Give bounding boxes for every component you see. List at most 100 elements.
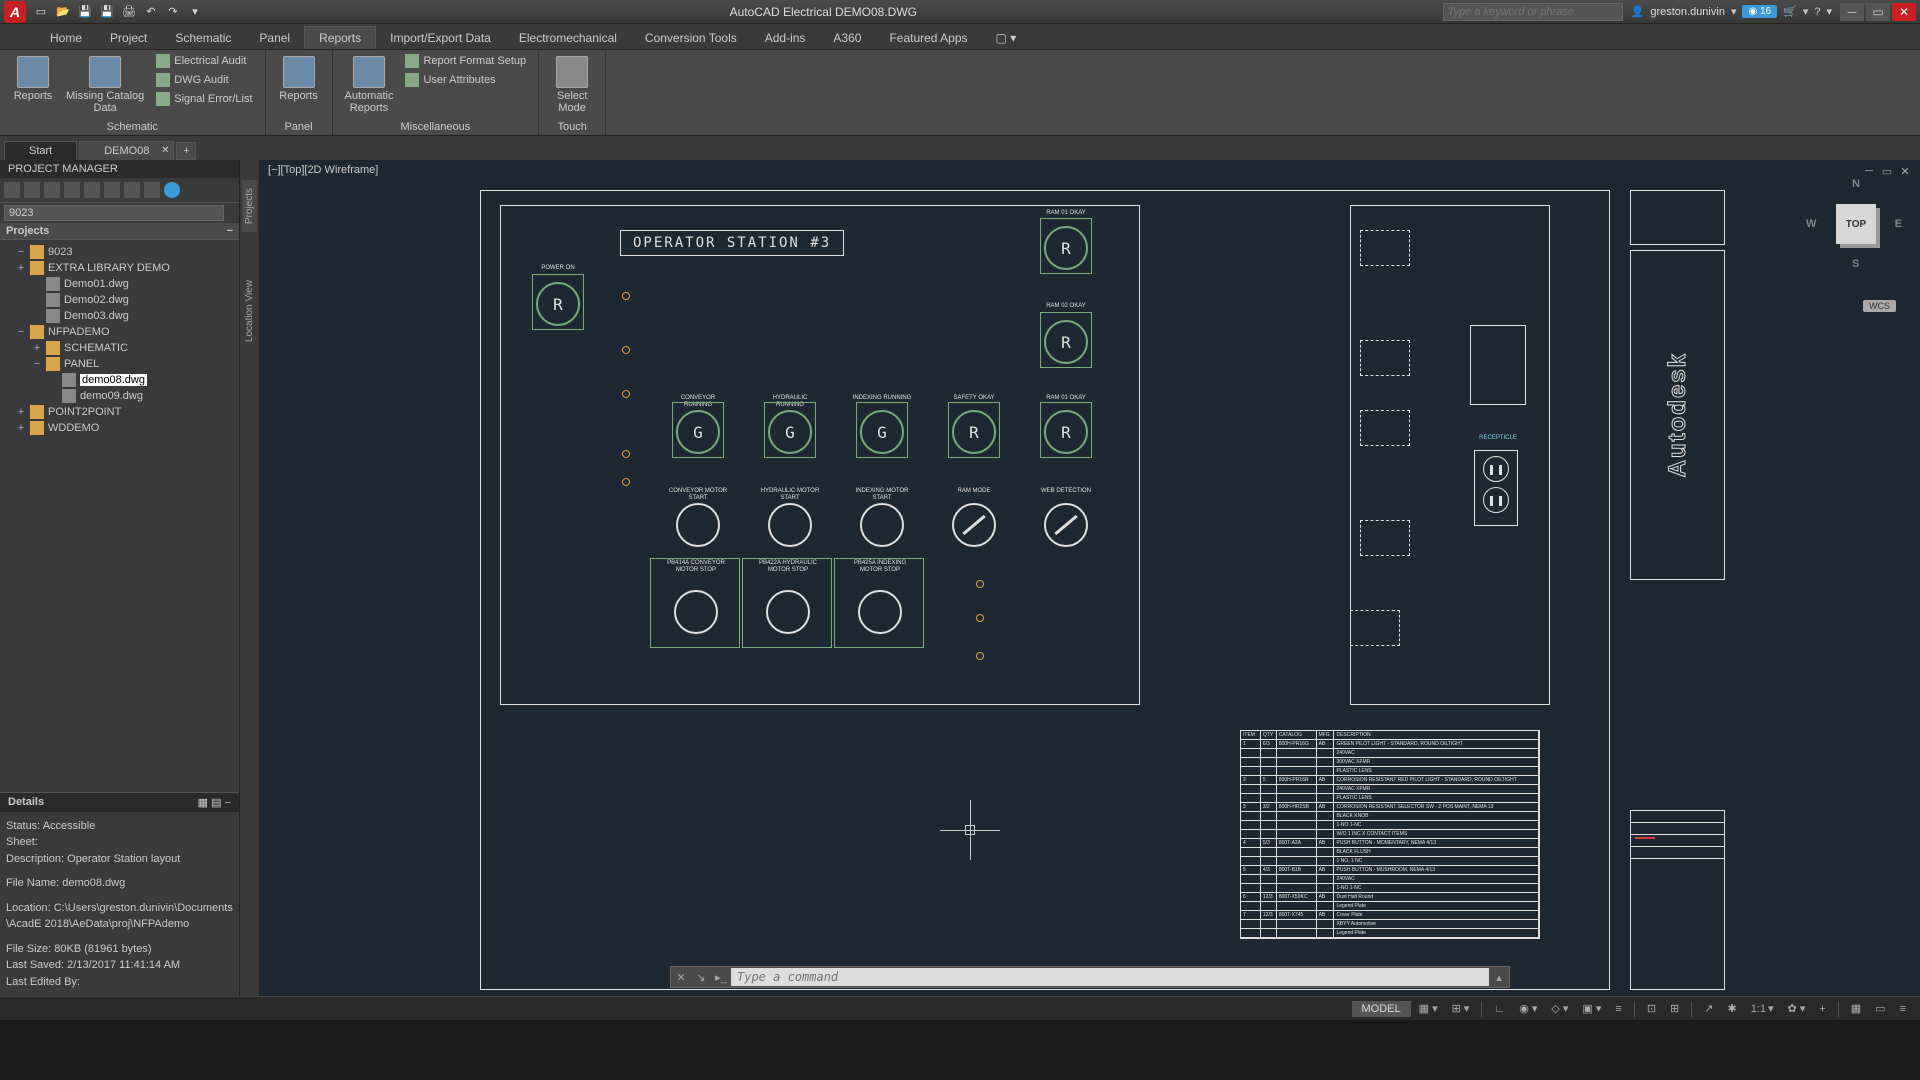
user-name[interactable]: greston.dunivin bbox=[1650, 6, 1725, 18]
status-tpy-icon[interactable]: ⊡ bbox=[1641, 1000, 1662, 1017]
signal-error-button[interactable]: Signal Error/List bbox=[152, 90, 256, 108]
tree-item[interactable]: +EXTRA LIBRARY DEMO bbox=[4, 260, 235, 276]
tree-item[interactable]: Demo01.dwg bbox=[4, 276, 235, 292]
canvas-minimize-icon[interactable]: ─ bbox=[1862, 164, 1876, 178]
ribbon-tab-importexportdata[interactable]: Import/Export Data bbox=[376, 27, 505, 49]
tree-item[interactable]: −PANEL bbox=[4, 356, 235, 372]
tree-item[interactable]: demo09.dwg bbox=[4, 388, 235, 404]
report-format-button[interactable]: Report Format Setup bbox=[401, 52, 530, 70]
panel-reports-button[interactable]: Reports bbox=[274, 52, 324, 106]
toolbar-new-icon[interactable] bbox=[4, 182, 20, 198]
status-polar-icon[interactable]: ◉ ▾ bbox=[1513, 1000, 1543, 1017]
qat-print-icon[interactable]: 🖨 bbox=[120, 3, 138, 21]
ribbon-tab-panel[interactable]: Panel bbox=[245, 27, 304, 49]
project-combo[interactable] bbox=[4, 205, 224, 221]
status-iso-icon[interactable]: ◇ ▾ bbox=[1545, 1000, 1574, 1017]
tree-toggle-icon[interactable]: − bbox=[16, 326, 26, 338]
status-qp-icon[interactable]: ⊞ bbox=[1664, 1000, 1685, 1017]
toolbar-help-icon[interactable] bbox=[164, 182, 180, 198]
toolbar-settings-icon[interactable] bbox=[144, 182, 160, 198]
ribbon-tab-a360[interactable]: A360 bbox=[819, 27, 875, 49]
status-wire-icon[interactable]: ↗ bbox=[1698, 1000, 1719, 1017]
doc-tab-add[interactable]: + bbox=[176, 142, 196, 160]
command-input[interactable] bbox=[731, 968, 1489, 986]
view-label[interactable]: [−][Top][2D Wireframe] bbox=[268, 164, 378, 176]
select-mode-button[interactable]: Select Mode bbox=[547, 52, 597, 118]
reports-button[interactable]: Reports bbox=[8, 52, 58, 106]
qat-undo-icon[interactable]: ↶ bbox=[142, 3, 160, 21]
vert-tab-location[interactable]: Location View bbox=[242, 272, 257, 350]
command-line[interactable]: ✕ ↘ ▸_ ▴ bbox=[670, 966, 1510, 988]
qat-save-icon[interactable]: 💾 bbox=[76, 3, 94, 21]
toolbar-open-icon[interactable] bbox=[24, 182, 40, 198]
tree-item[interactable]: Demo03.dwg bbox=[4, 308, 235, 324]
cmd-expand-icon[interactable]: ▴ bbox=[1489, 967, 1509, 987]
qat-saveas-icon[interactable]: 💾 bbox=[98, 3, 116, 21]
ribbon-tab-addins[interactable]: Add-ins bbox=[751, 27, 820, 49]
user-dropdown-icon[interactable]: ▾ bbox=[1731, 5, 1737, 18]
tree-item[interactable]: +WDDEMO bbox=[4, 420, 235, 436]
wcs-badge[interactable]: WCS bbox=[1863, 300, 1896, 312]
cmd-recent-icon[interactable]: ↘ bbox=[691, 967, 711, 987]
maximize-button[interactable]: ▭ bbox=[1866, 3, 1890, 21]
ribbon-tab-featuredapps[interactable]: Featured Apps bbox=[875, 27, 981, 49]
electrical-audit-button[interactable]: Electrical Audit bbox=[152, 52, 256, 70]
cmd-close-icon[interactable]: ✕ bbox=[671, 967, 691, 987]
tree-toggle-icon[interactable]: − bbox=[32, 358, 42, 370]
exchange-icon[interactable]: 🛒 bbox=[1783, 5, 1797, 18]
qat-open-icon[interactable]: 📂 bbox=[54, 3, 72, 21]
status-iso2-icon[interactable]: ▦ bbox=[1845, 1000, 1867, 1017]
status-ann-icon[interactable]: ✱ bbox=[1721, 1000, 1742, 1017]
qat-new-icon[interactable]: ▭ bbox=[32, 3, 50, 21]
signin-icon[interactable]: 👤 bbox=[1631, 5, 1645, 18]
help-dropdown-icon[interactable]: ▾ bbox=[1826, 5, 1832, 18]
status-plus-icon[interactable]: + bbox=[1813, 1001, 1831, 1017]
ribbon-tab-more[interactable]: ▢ ▾ bbox=[982, 27, 1031, 49]
tree-toggle-icon[interactable]: + bbox=[32, 342, 42, 354]
tree-toggle-icon[interactable]: + bbox=[16, 262, 26, 274]
status-clean-icon[interactable]: ▭ bbox=[1869, 1000, 1891, 1017]
details-list-icon[interactable]: ▤ bbox=[211, 797, 221, 809]
toolbar-refresh-icon[interactable] bbox=[44, 182, 60, 198]
tree-toggle-icon[interactable]: − bbox=[16, 246, 26, 258]
dwg-audit-button[interactable]: DWG Audit bbox=[152, 71, 256, 89]
close-button[interactable]: ✕ bbox=[1892, 3, 1916, 21]
app-logo[interactable]: A bbox=[4, 1, 26, 23]
tree-toggle-icon[interactable]: + bbox=[16, 406, 26, 418]
toolbar-plot-icon[interactable] bbox=[104, 182, 120, 198]
canvas-close-icon[interactable]: ✕ bbox=[1898, 164, 1912, 178]
qat-redo-icon[interactable]: ↷ bbox=[164, 3, 182, 21]
user-attributes-button[interactable]: User Attributes bbox=[401, 71, 530, 89]
status-osnap-icon[interactable]: ▣ ▾ bbox=[1576, 1000, 1607, 1017]
vert-tab-projects[interactable]: Projects bbox=[242, 180, 257, 232]
status-grid-icon[interactable]: ▦ ▾ bbox=[1413, 1000, 1444, 1017]
tree-item[interactable]: −9023 bbox=[4, 244, 235, 260]
toolbar-publish-icon[interactable] bbox=[84, 182, 100, 198]
ribbon-tab-conversiontools[interactable]: Conversion Tools bbox=[631, 27, 751, 49]
viewcube[interactable]: N S W E TOP bbox=[1816, 184, 1896, 264]
status-snap-icon[interactable]: ⊞ ▾ bbox=[1446, 1000, 1476, 1017]
status-model[interactable]: MODEL bbox=[1352, 1001, 1411, 1017]
help-icon[interactable]: ? bbox=[1814, 6, 1820, 18]
qat-dropdown-icon[interactable]: ▾ bbox=[186, 3, 204, 21]
viewcube-top[interactable]: TOP bbox=[1836, 204, 1876, 244]
ribbon-tab-electromechanical[interactable]: Electromechanical bbox=[505, 27, 631, 49]
tree-item[interactable]: Demo02.dwg bbox=[4, 292, 235, 308]
canvas-maximize-icon[interactable]: ▭ bbox=[1880, 164, 1894, 178]
status-gear-icon[interactable]: ✿ ▾ bbox=[1782, 1000, 1812, 1017]
status-ortho-icon[interactable]: ∟ bbox=[1488, 1001, 1511, 1017]
details-minimize-icon[interactable]: − bbox=[225, 797, 231, 809]
project-tree[interactable]: −9023+EXTRA LIBRARY DEMODemo01.dwgDemo02… bbox=[0, 240, 239, 792]
ribbon-tab-project[interactable]: Project bbox=[96, 27, 161, 49]
toolbar-task-icon[interactable] bbox=[64, 182, 80, 198]
ribbon-tab-reports[interactable]: Reports bbox=[304, 26, 376, 49]
tree-item[interactable]: +SCHEMATIC bbox=[4, 340, 235, 356]
notification-badge[interactable]: ◉ 16 bbox=[1742, 5, 1777, 18]
tree-item[interactable]: demo08.dwg bbox=[4, 372, 235, 388]
tree-item[interactable]: +POINT2POINT bbox=[4, 404, 235, 420]
doc-tab-start[interactable]: Start bbox=[4, 141, 77, 160]
automatic-reports-button[interactable]: Automatic Reports bbox=[341, 52, 398, 118]
a360-icon[interactable]: ▾ bbox=[1803, 5, 1809, 18]
toolbar-zip-icon[interactable] bbox=[124, 182, 140, 198]
close-icon[interactable]: ✕ bbox=[161, 145, 169, 156]
